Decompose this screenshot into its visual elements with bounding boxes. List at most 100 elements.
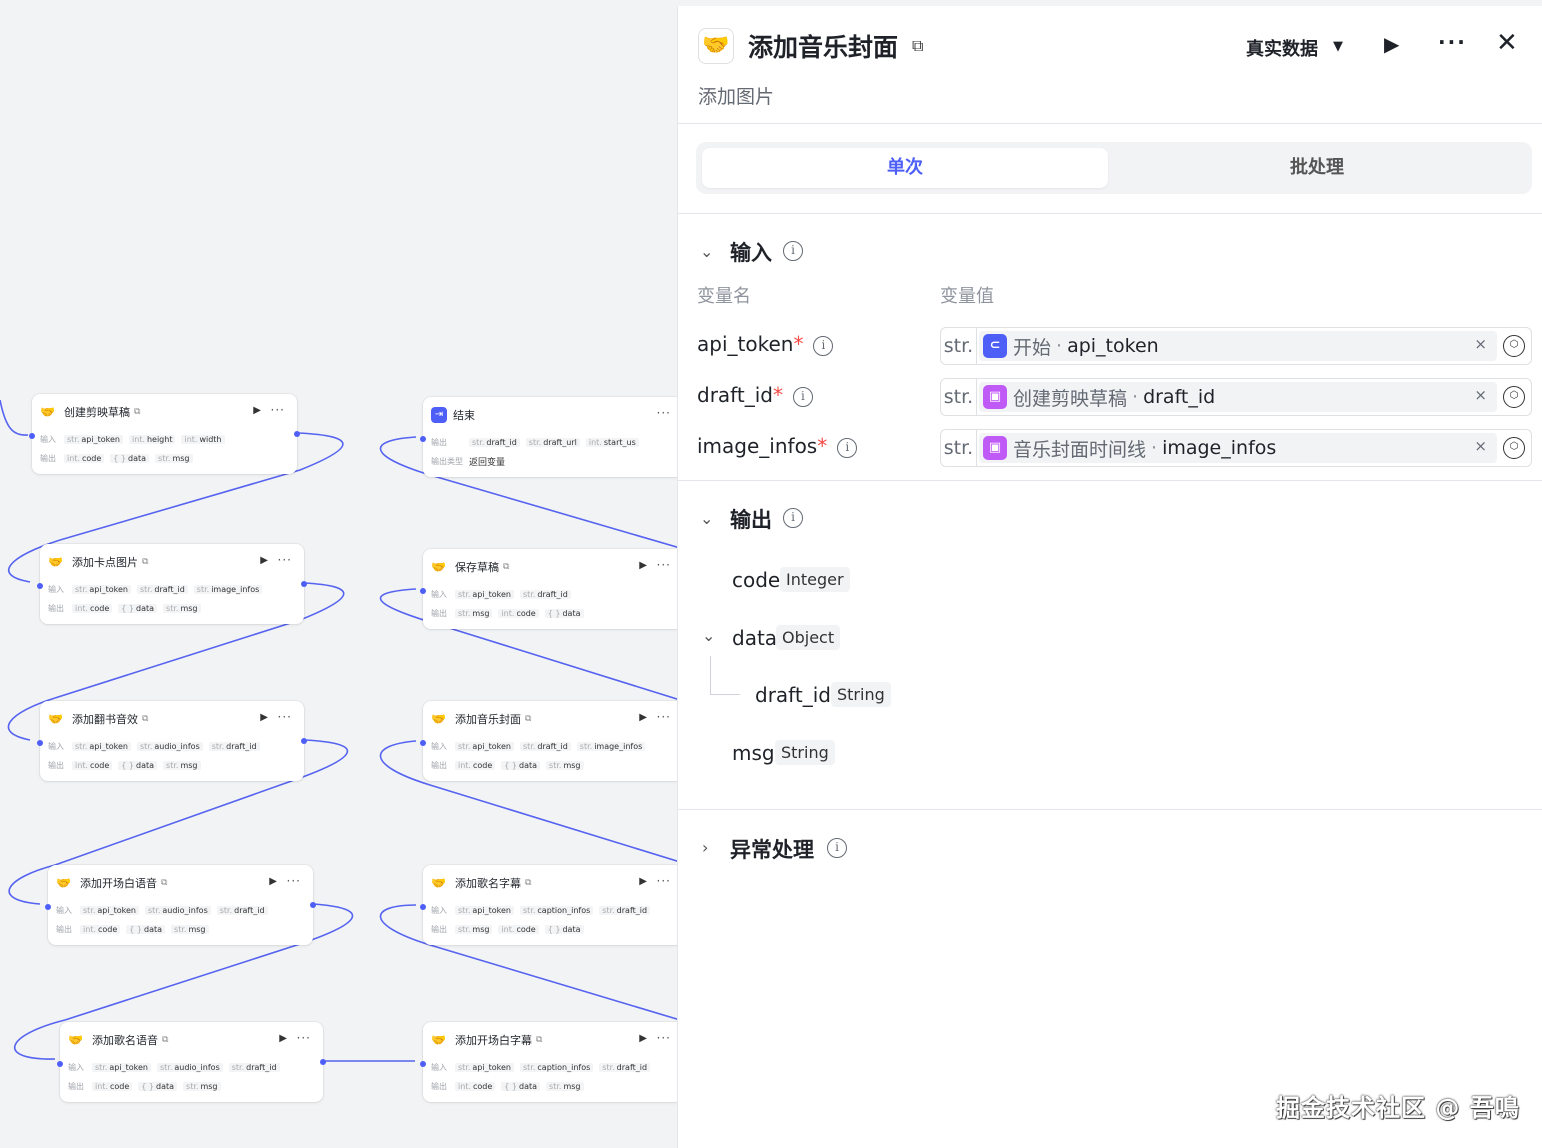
- info-icon[interactable]: i: [792, 387, 813, 407]
- copy-icon[interactable]: ⧉: [142, 557, 148, 567]
- info-icon[interactable]: i: [783, 508, 803, 528]
- workflow-node[interactable]: 🤝 添加卡点图片 ⧉ ▶ ··· 输入 str. api_token str. draft_id s…: [37, 544, 307, 624]
- output-port[interactable]: [310, 902, 316, 908]
- param-type: str.: [95, 1062, 108, 1072]
- clear-icon[interactable]: ×: [1474, 437, 1487, 455]
- workflow-canvas[interactable]: 🤝 创建剪映草稿 ⧉ ▶ ··· 输入 str. api_token int. height int…: [0, 0, 680, 1148]
- chevron-down-icon[interactable]: ⌄: [702, 626, 715, 645]
- run-icon[interactable]: ▶: [253, 405, 261, 416]
- run-mode-tabs: 单次 批处理: [696, 142, 1532, 194]
- input-port[interactable]: [57, 1061, 63, 1067]
- output-port[interactable]: [301, 738, 307, 744]
- input-port[interactable]: [37, 740, 43, 746]
- variable-picker-icon[interactable]: ⬡: [1503, 437, 1525, 459]
- tab-single[interactable]: 单次: [702, 148, 1108, 188]
- output-field-type: String: [775, 740, 835, 765]
- copy-icon[interactable]: ⧉: [536, 1035, 542, 1045]
- param-chip: str. audio_infos: [144, 905, 211, 915]
- mode-select[interactable]: 真实数据: [1246, 35, 1318, 61]
- copy-icon[interactable]: ⧉: [162, 1035, 168, 1045]
- variable-value-field[interactable]: str. ▣ 创建剪映草稿 · draft_id × ⬡: [940, 378, 1532, 416]
- info-icon[interactable]: i: [837, 438, 858, 458]
- variable-reference[interactable]: ▣ 音乐封面时间线 · image_infos ×: [979, 433, 1497, 463]
- info-icon[interactable]: i: [813, 336, 834, 356]
- more-icon[interactable]: ···: [278, 710, 292, 724]
- chevron-down-icon[interactable]: ⌄: [700, 242, 713, 261]
- caret-down-icon[interactable]: ▼: [1333, 39, 1343, 54]
- clear-icon[interactable]: ×: [1474, 386, 1487, 404]
- variable-value-field[interactable]: str. ⊂ 开始 · api_token × ⬡: [940, 327, 1532, 365]
- copy-icon[interactable]: ⧉: [142, 714, 148, 724]
- input-port[interactable]: [420, 588, 426, 594]
- run-icon[interactable]: ▶: [260, 712, 268, 723]
- more-icon[interactable]: ···: [271, 403, 285, 417]
- copy-icon[interactable]: ⧉: [503, 562, 509, 572]
- variable-picker-icon[interactable]: ⬡: [1503, 386, 1525, 408]
- run-icon[interactable]: ▶: [269, 876, 277, 887]
- param-type: str.: [158, 453, 171, 463]
- node-title: 添加开场白语音: [80, 877, 157, 890]
- workflow-node[interactable]: ⇥ 结束 ··· 输出 str. draft_id str. draft_url int. sta…: [420, 397, 680, 477]
- copy-icon[interactable]: ⧉: [134, 407, 140, 417]
- close-icon[interactable]: ✕: [1496, 28, 1518, 58]
- variable-reference[interactable]: ▣ 创建剪映草稿 · draft_id ×: [979, 382, 1497, 412]
- field-type-label: str.: [941, 430, 977, 466]
- chevron-down-icon[interactable]: ⌄: [700, 509, 713, 528]
- variable-reference[interactable]: ⊂ 开始 · api_token ×: [979, 331, 1497, 361]
- input-port[interactable]: [37, 583, 43, 589]
- more-icon[interactable]: ···: [657, 710, 671, 724]
- copy-icon[interactable]: ⧉: [912, 36, 923, 56]
- run-icon[interactable]: ▶: [639, 712, 647, 723]
- copy-icon[interactable]: ⧉: [525, 878, 531, 888]
- input-port[interactable]: [420, 740, 426, 746]
- more-icon[interactable]: ···: [657, 558, 671, 572]
- param-type: str.: [458, 741, 471, 751]
- param-name: api_token: [97, 905, 136, 915]
- more-icon[interactable]: ···: [657, 1031, 671, 1045]
- start-icon: ⊂: [983, 334, 1007, 358]
- node-title: 添加开场白字幕: [455, 1034, 532, 1047]
- run-icon[interactable]: ▶: [260, 555, 268, 566]
- more-icon[interactable]: ···: [1438, 30, 1467, 54]
- run-icon[interactable]: ▶: [279, 1033, 287, 1044]
- workflow-node[interactable]: 🤝 添加开场白字幕 ⧉ ▶ ··· 输入 str. api_token str. caption_…: [420, 1022, 680, 1102]
- run-icon[interactable]: ▶: [1384, 32, 1399, 56]
- run-icon[interactable]: ▶: [639, 1033, 647, 1044]
- output-field-type: Object: [776, 625, 841, 650]
- more-icon[interactable]: ···: [278, 553, 292, 567]
- run-icon[interactable]: ▶: [639, 560, 647, 571]
- copy-icon[interactable]: ⧉: [161, 878, 167, 888]
- workflow-node[interactable]: 🤝 创建剪映草稿 ⧉ ▶ ··· 输入 str. api_token int. height int…: [29, 394, 300, 474]
- param-chip: int. code: [72, 603, 113, 613]
- input-port[interactable]: [45, 904, 51, 910]
- input-port[interactable]: [420, 1061, 426, 1067]
- input-port[interactable]: [420, 904, 426, 910]
- variable-value-field[interactable]: str. ▣ 音乐封面时间线 · image_infos × ⬡: [940, 429, 1532, 467]
- more-icon[interactable]: ···: [297, 1031, 311, 1045]
- more-icon[interactable]: ···: [657, 406, 671, 420]
- workflow-node[interactable]: 🤝 保存草稿 ⧉ ▶ ··· 输入 str. api_token str. draft_id 输出 s…: [420, 549, 680, 629]
- info-icon[interactable]: i: [783, 241, 803, 261]
- param-name: code: [472, 760, 493, 770]
- workflow-node[interactable]: 🤝 添加歌名语音 ⧉ ▶ ··· 输入 str. api_token str. audio_inf…: [57, 1022, 326, 1102]
- input-port[interactable]: [29, 433, 35, 439]
- workflow-node[interactable]: 🤝 添加歌名字幕 ⧉ ▶ ··· 输入 str. api_token str. caption_i…: [420, 865, 680, 945]
- workflow-node[interactable]: 🤝 添加开场白语音 ⧉ ▶ ··· 输入 str. api_token str. audio_in…: [45, 865, 316, 945]
- output-port[interactable]: [301, 581, 307, 587]
- param-name: msg: [563, 760, 581, 770]
- chevron-right-icon[interactable]: ›: [702, 838, 708, 857]
- info-icon[interactable]: i: [827, 838, 847, 858]
- clear-icon[interactable]: ×: [1474, 335, 1487, 353]
- copy-icon[interactable]: ⧉: [525, 714, 531, 724]
- plugin-cube-icon: ▣: [983, 436, 1007, 460]
- workflow-node[interactable]: 🤝 添加翻书音效 ⧉ ▶ ··· 输入 str. api_token str. audio_inf…: [37, 701, 307, 781]
- output-port[interactable]: [294, 431, 300, 437]
- input-port[interactable]: [420, 436, 426, 442]
- more-icon[interactable]: ···: [287, 874, 301, 888]
- more-icon[interactable]: ···: [657, 874, 671, 888]
- output-port[interactable]: [320, 1059, 326, 1065]
- run-icon[interactable]: ▶: [639, 876, 647, 887]
- workflow-node[interactable]: 🤝 添加音乐封面 ⧉ ▶ ··· 输入 str. api_token str. draft_id s…: [420, 701, 680, 781]
- tab-batch[interactable]: 批处理: [1114, 148, 1520, 188]
- variable-picker-icon[interactable]: ⬡: [1503, 335, 1525, 357]
